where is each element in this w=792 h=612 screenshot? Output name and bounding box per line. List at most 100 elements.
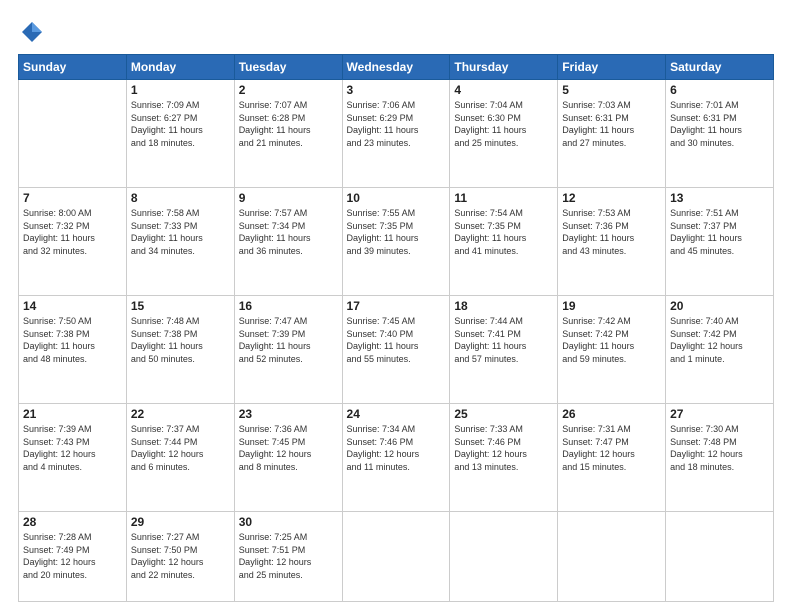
day-number: 2: [239, 83, 338, 97]
day-number: 26: [562, 407, 661, 421]
calendar-cell: 9 Sunrise: 7:57 AM Sunset: 7:34 PM Daylig…: [234, 187, 342, 295]
calendar-week-row: 1 Sunrise: 7:09 AM Sunset: 6:27 PM Daylig…: [19, 80, 774, 188]
calendar-cell: 24 Sunrise: 7:34 AM Sunset: 7:46 PM Dayli…: [342, 403, 450, 511]
calendar-cell: 26 Sunrise: 7:31 AM Sunset: 7:47 PM Dayli…: [558, 403, 666, 511]
day-info: Sunrise: 7:58 AM Sunset: 7:33 PM Dayligh…: [131, 207, 230, 257]
calendar-cell: 21 Sunrise: 7:39 AM Sunset: 7:43 PM Dayli…: [19, 403, 127, 511]
day-info: Sunrise: 7:44 AM Sunset: 7:41 PM Dayligh…: [454, 315, 553, 365]
day-number: 20: [670, 299, 769, 313]
day-info: Sunrise: 7:57 AM Sunset: 7:34 PM Dayligh…: [239, 207, 338, 257]
day-number: 3: [347, 83, 446, 97]
weekday-header: Tuesday: [234, 55, 342, 80]
day-info: Sunrise: 7:50 AM Sunset: 7:38 PM Dayligh…: [23, 315, 122, 365]
calendar-cell: [450, 511, 558, 601]
calendar-cell: 28 Sunrise: 7:28 AM Sunset: 7:49 PM Dayli…: [19, 511, 127, 601]
day-info: Sunrise: 7:53 AM Sunset: 7:36 PM Dayligh…: [562, 207, 661, 257]
weekday-header: Wednesday: [342, 55, 450, 80]
calendar-cell: 13 Sunrise: 7:51 AM Sunset: 7:37 PM Dayli…: [666, 187, 774, 295]
day-number: 30: [239, 515, 338, 529]
day-number: 13: [670, 191, 769, 205]
calendar-cell: 25Sunrise: 7:33 AM Sunset: 7:46 PM Dayli…: [450, 403, 558, 511]
day-info: Sunrise: 7:30 AM Sunset: 7:48 PM Dayligh…: [670, 423, 769, 473]
day-info: Sunrise: 7:25 AM Sunset: 7:51 PM Dayligh…: [239, 531, 338, 581]
day-number: 11: [454, 191, 553, 205]
day-number: 5: [562, 83, 661, 97]
calendar-cell: [342, 511, 450, 601]
day-info: Sunrise: 7:27 AM Sunset: 7:50 PM Dayligh…: [131, 531, 230, 581]
day-number: 21: [23, 407, 122, 421]
weekday-header: Thursday: [450, 55, 558, 80]
calendar-cell: [558, 511, 666, 601]
day-info: Sunrise: 8:00 AM Sunset: 7:32 PM Dayligh…: [23, 207, 122, 257]
calendar-cell: 11 Sunrise: 7:54 AM Sunset: 7:35 PM Dayli…: [450, 187, 558, 295]
calendar-cell: 22 Sunrise: 7:37 AM Sunset: 7:44 PM Dayli…: [126, 403, 234, 511]
weekday-header: Monday: [126, 55, 234, 80]
calendar-cell: 6 Sunrise: 7:01 AM Sunset: 6:31 PM Daylig…: [666, 80, 774, 188]
day-info: Sunrise: 7:09 AM Sunset: 6:27 PM Dayligh…: [131, 99, 230, 149]
calendar-cell: 8 Sunrise: 7:58 AM Sunset: 7:33 PM Daylig…: [126, 187, 234, 295]
day-info: Sunrise: 7:54 AM Sunset: 7:35 PM Dayligh…: [454, 207, 553, 257]
day-number: 23: [239, 407, 338, 421]
day-info: Sunrise: 7:36 AM Sunset: 7:45 PM Dayligh…: [239, 423, 338, 473]
calendar-cell: 27Sunrise: 7:30 AM Sunset: 7:48 PM Dayli…: [666, 403, 774, 511]
calendar-cell: 7Sunrise: 8:00 AM Sunset: 7:32 PM Daylig…: [19, 187, 127, 295]
calendar-cell: 29 Sunrise: 7:27 AM Sunset: 7:50 PM Dayli…: [126, 511, 234, 601]
day-number: 19: [562, 299, 661, 313]
calendar-cell: 16 Sunrise: 7:47 AM Sunset: 7:39 PM Dayli…: [234, 295, 342, 403]
calendar-cell: [666, 511, 774, 601]
day-info: Sunrise: 7:07 AM Sunset: 6:28 PM Dayligh…: [239, 99, 338, 149]
calendar-table: SundayMondayTuesdayWednesdayThursdayFrid…: [18, 54, 774, 602]
day-number: 28: [23, 515, 122, 529]
logo: [18, 18, 50, 46]
day-number: 4: [454, 83, 553, 97]
day-info: Sunrise: 7:28 AM Sunset: 7:49 PM Dayligh…: [23, 531, 122, 581]
calendar-cell: 30 Sunrise: 7:25 AM Sunset: 7:51 PM Dayli…: [234, 511, 342, 601]
calendar-week-row: 7Sunrise: 8:00 AM Sunset: 7:32 PM Daylig…: [19, 187, 774, 295]
day-info: Sunrise: 7:51 AM Sunset: 7:37 PM Dayligh…: [670, 207, 769, 257]
calendar-cell: 1 Sunrise: 7:09 AM Sunset: 6:27 PM Daylig…: [126, 80, 234, 188]
logo-icon: [18, 18, 46, 46]
day-info: Sunrise: 7:01 AM Sunset: 6:31 PM Dayligh…: [670, 99, 769, 149]
day-info: Sunrise: 7:42 AM Sunset: 7:42 PM Dayligh…: [562, 315, 661, 365]
calendar-cell: 3 Sunrise: 7:06 AM Sunset: 6:29 PM Daylig…: [342, 80, 450, 188]
day-number: 18: [454, 299, 553, 313]
calendar-cell: 19 Sunrise: 7:42 AM Sunset: 7:42 PM Dayli…: [558, 295, 666, 403]
weekday-header: Friday: [558, 55, 666, 80]
day-info: Sunrise: 7:40 AM Sunset: 7:42 PM Dayligh…: [670, 315, 769, 365]
day-number: 24: [347, 407, 446, 421]
day-number: 6: [670, 83, 769, 97]
calendar-cell: 18 Sunrise: 7:44 AM Sunset: 7:41 PM Dayli…: [450, 295, 558, 403]
calendar-cell: 2 Sunrise: 7:07 AM Sunset: 6:28 PM Daylig…: [234, 80, 342, 188]
day-number: 1: [131, 83, 230, 97]
day-info: Sunrise: 7:47 AM Sunset: 7:39 PM Dayligh…: [239, 315, 338, 365]
day-info: Sunrise: 7:39 AM Sunset: 7:43 PM Dayligh…: [23, 423, 122, 473]
day-number: 15: [131, 299, 230, 313]
header: [18, 18, 774, 46]
calendar-week-row: 21 Sunrise: 7:39 AM Sunset: 7:43 PM Dayli…: [19, 403, 774, 511]
day-number: 17: [347, 299, 446, 313]
day-info: Sunrise: 7:06 AM Sunset: 6:29 PM Dayligh…: [347, 99, 446, 149]
day-info: Sunrise: 7:34 AM Sunset: 7:46 PM Dayligh…: [347, 423, 446, 473]
day-info: Sunrise: 7:37 AM Sunset: 7:44 PM Dayligh…: [131, 423, 230, 473]
calendar-cell: 5Sunrise: 7:03 AM Sunset: 6:31 PM Daylig…: [558, 80, 666, 188]
day-info: Sunrise: 7:48 AM Sunset: 7:38 PM Dayligh…: [131, 315, 230, 365]
day-number: 22: [131, 407, 230, 421]
day-number: 10: [347, 191, 446, 205]
calendar-cell: 20 Sunrise: 7:40 AM Sunset: 7:42 PM Dayli…: [666, 295, 774, 403]
day-number: 29: [131, 515, 230, 529]
day-info: Sunrise: 7:31 AM Sunset: 7:47 PM Dayligh…: [562, 423, 661, 473]
day-number: 12: [562, 191, 661, 205]
calendar-header-row: SundayMondayTuesdayWednesdayThursdayFrid…: [19, 55, 774, 80]
page: SundayMondayTuesdayWednesdayThursdayFrid…: [0, 0, 792, 612]
calendar-cell: 4 Sunrise: 7:04 AM Sunset: 6:30 PM Daylig…: [450, 80, 558, 188]
weekday-header: Sunday: [19, 55, 127, 80]
calendar-cell: 12 Sunrise: 7:53 AM Sunset: 7:36 PM Dayli…: [558, 187, 666, 295]
day-info: Sunrise: 7:33 AM Sunset: 7:46 PM Dayligh…: [454, 423, 553, 473]
calendar-cell: 23 Sunrise: 7:36 AM Sunset: 7:45 PM Dayli…: [234, 403, 342, 511]
calendar-cell: 15 Sunrise: 7:48 AM Sunset: 7:38 PM Dayli…: [126, 295, 234, 403]
day-number: 8: [131, 191, 230, 205]
day-number: 9: [239, 191, 338, 205]
day-info: Sunrise: 7:04 AM Sunset: 6:30 PM Dayligh…: [454, 99, 553, 149]
day-number: 16: [239, 299, 338, 313]
day-info: Sunrise: 7:45 AM Sunset: 7:40 PM Dayligh…: [347, 315, 446, 365]
